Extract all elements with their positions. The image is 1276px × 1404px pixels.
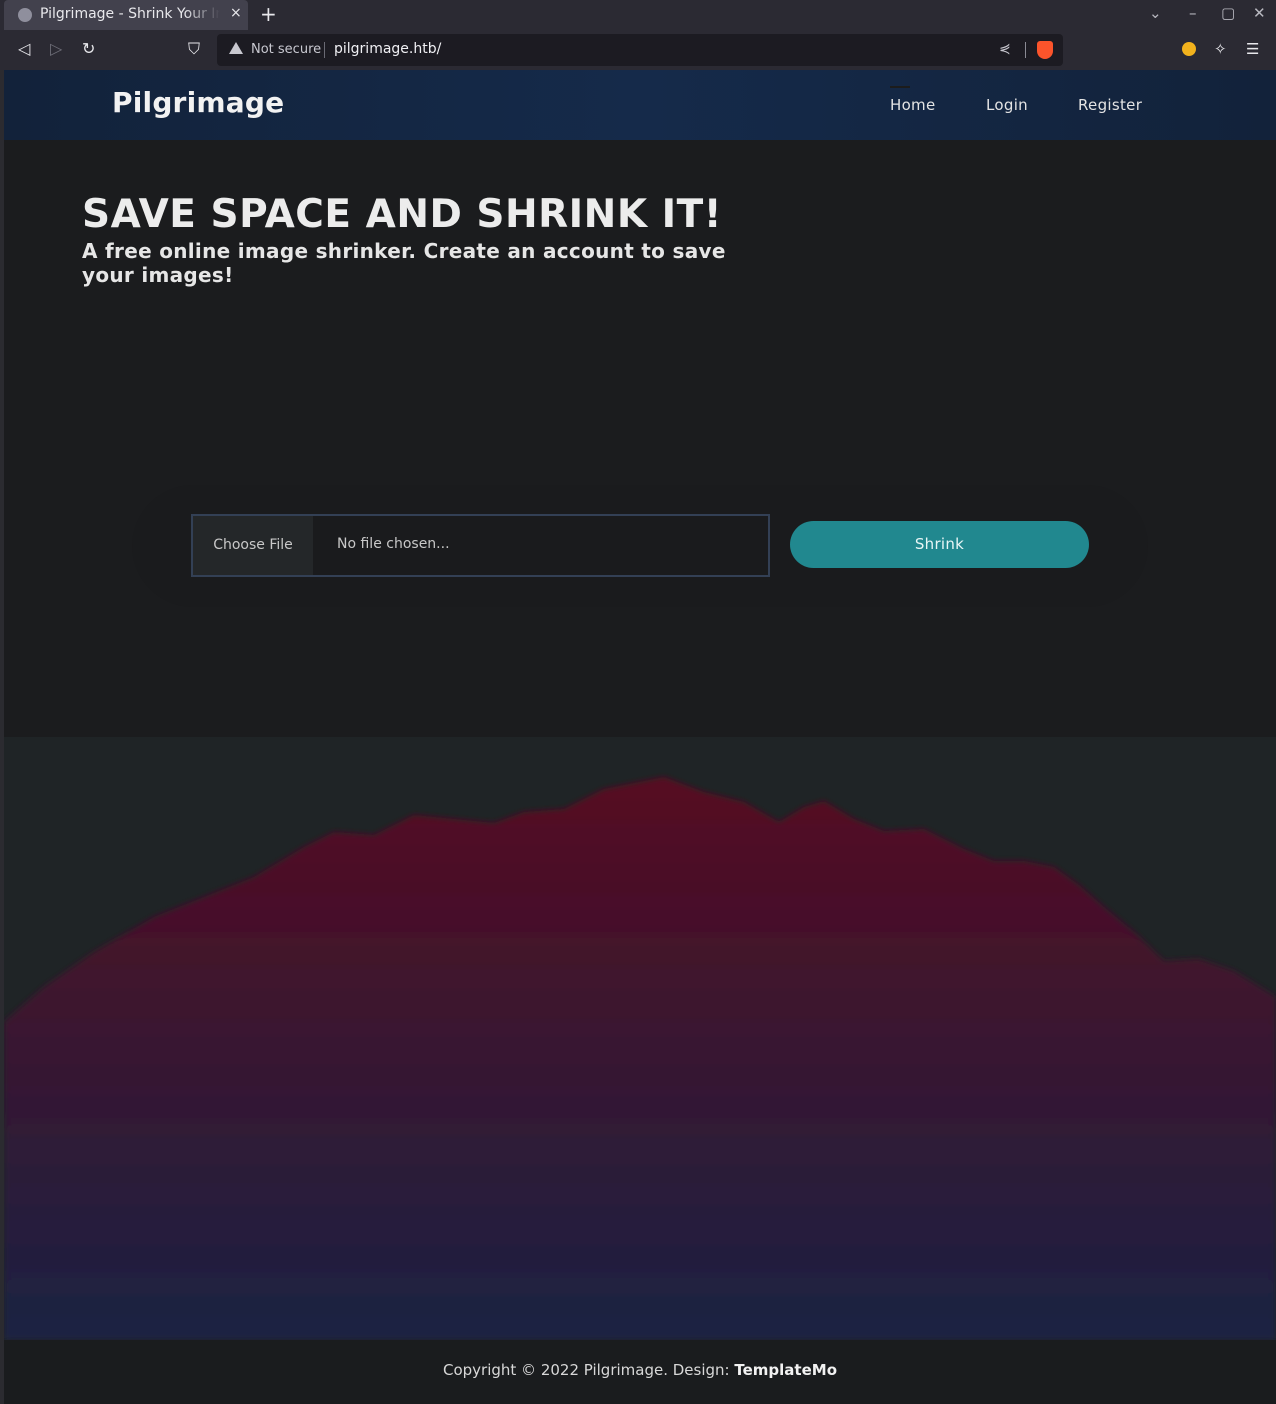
upload-form: Choose File No file chosen... Shrink xyxy=(132,485,1148,607)
minimize-icon[interactable]: – xyxy=(1189,4,1197,22)
file-status-text: No file chosen... xyxy=(337,536,450,552)
security-label[interactable]: Not secure xyxy=(251,42,321,57)
share-icon[interactable]: ⋞ xyxy=(999,41,1011,57)
nav-login[interactable]: Login xyxy=(986,96,1028,114)
file-input[interactable]: Choose File No file chosen... xyxy=(191,514,770,577)
browser-toolbar: ◁ ▷ ↻ ⛉ Not secure pilgrimage.htb/ ⋞ ✧ ☰ xyxy=(0,30,1276,70)
hero-title: SAVE SPACE AND SHRINK IT! xyxy=(82,192,723,237)
web-page: Pilgrimage Home Login Register SAVE SPAC… xyxy=(4,70,1276,1404)
choose-file-button[interactable]: Choose File xyxy=(193,516,313,575)
browser-tab[interactable]: Pilgrimage - Shrink Your Images × xyxy=(4,0,248,30)
back-icon[interactable]: ◁ xyxy=(18,39,30,58)
bookmark-icon[interactable]: ⛉ xyxy=(188,39,200,59)
shrink-button[interactable]: Shrink xyxy=(790,521,1089,568)
globe-icon xyxy=(18,8,32,22)
site-header: Pilgrimage Home Login Register xyxy=(4,70,1276,140)
address-bar[interactable]: Not secure pilgrimage.htb/ ⋞ xyxy=(217,34,1063,66)
menu-icon[interactable]: ☰ xyxy=(1246,40,1259,58)
templatemo-link[interactable]: TemplateMo xyxy=(734,1361,837,1379)
rewards-icon[interactable] xyxy=(1182,42,1196,56)
warning-icon xyxy=(229,42,243,54)
mountain-banner-image xyxy=(4,737,1276,1340)
reload-icon[interactable]: ↻ xyxy=(82,39,95,58)
close-tab-icon[interactable]: × xyxy=(230,5,242,21)
nav-home[interactable]: Home xyxy=(890,96,936,114)
nav-active-indicator xyxy=(890,86,910,88)
extensions-icon[interactable]: ✧ xyxy=(1214,40,1227,58)
nav-register[interactable]: Register xyxy=(1078,96,1142,114)
url-divider xyxy=(324,42,325,58)
tab-title: Pilgrimage - Shrink Your Images xyxy=(40,6,220,22)
copyright-text: Copyright © 2022 Pilgrimage. Design: xyxy=(442,1361,735,1379)
hero-subtitle: A free online image shrinker. Create an … xyxy=(82,239,726,287)
forward-icon[interactable]: ▷ xyxy=(50,39,62,58)
footer-copyright: Copyright © 2022 Pilgrimage. Design: Tem… xyxy=(4,1361,1276,1379)
close-window-icon[interactable]: ✕ xyxy=(1253,4,1266,22)
new-tab-button[interactable]: + xyxy=(260,2,277,26)
hero-section: SAVE SPACE AND SHRINK IT! A free online … xyxy=(4,140,1276,737)
tab-strip: Pilgrimage - Shrink Your Images × + ⌄ – … xyxy=(0,0,1276,30)
site-logo[interactable]: Pilgrimage xyxy=(112,86,284,119)
url-divider-right xyxy=(1025,42,1026,58)
url-text[interactable]: pilgrimage.htb/ xyxy=(334,41,441,57)
maximize-icon[interactable]: ▢ xyxy=(1221,4,1235,22)
brave-shield-icon[interactable] xyxy=(1037,41,1053,59)
site-footer: Copyright © 2022 Pilgrimage. Design: Tem… xyxy=(4,1340,1276,1404)
browser-window: Pilgrimage - Shrink Your Images × + ⌄ – … xyxy=(0,0,1276,1404)
mountain-illustration xyxy=(4,777,1276,1340)
tab-list-icon[interactable]: ⌄ xyxy=(1149,4,1162,22)
